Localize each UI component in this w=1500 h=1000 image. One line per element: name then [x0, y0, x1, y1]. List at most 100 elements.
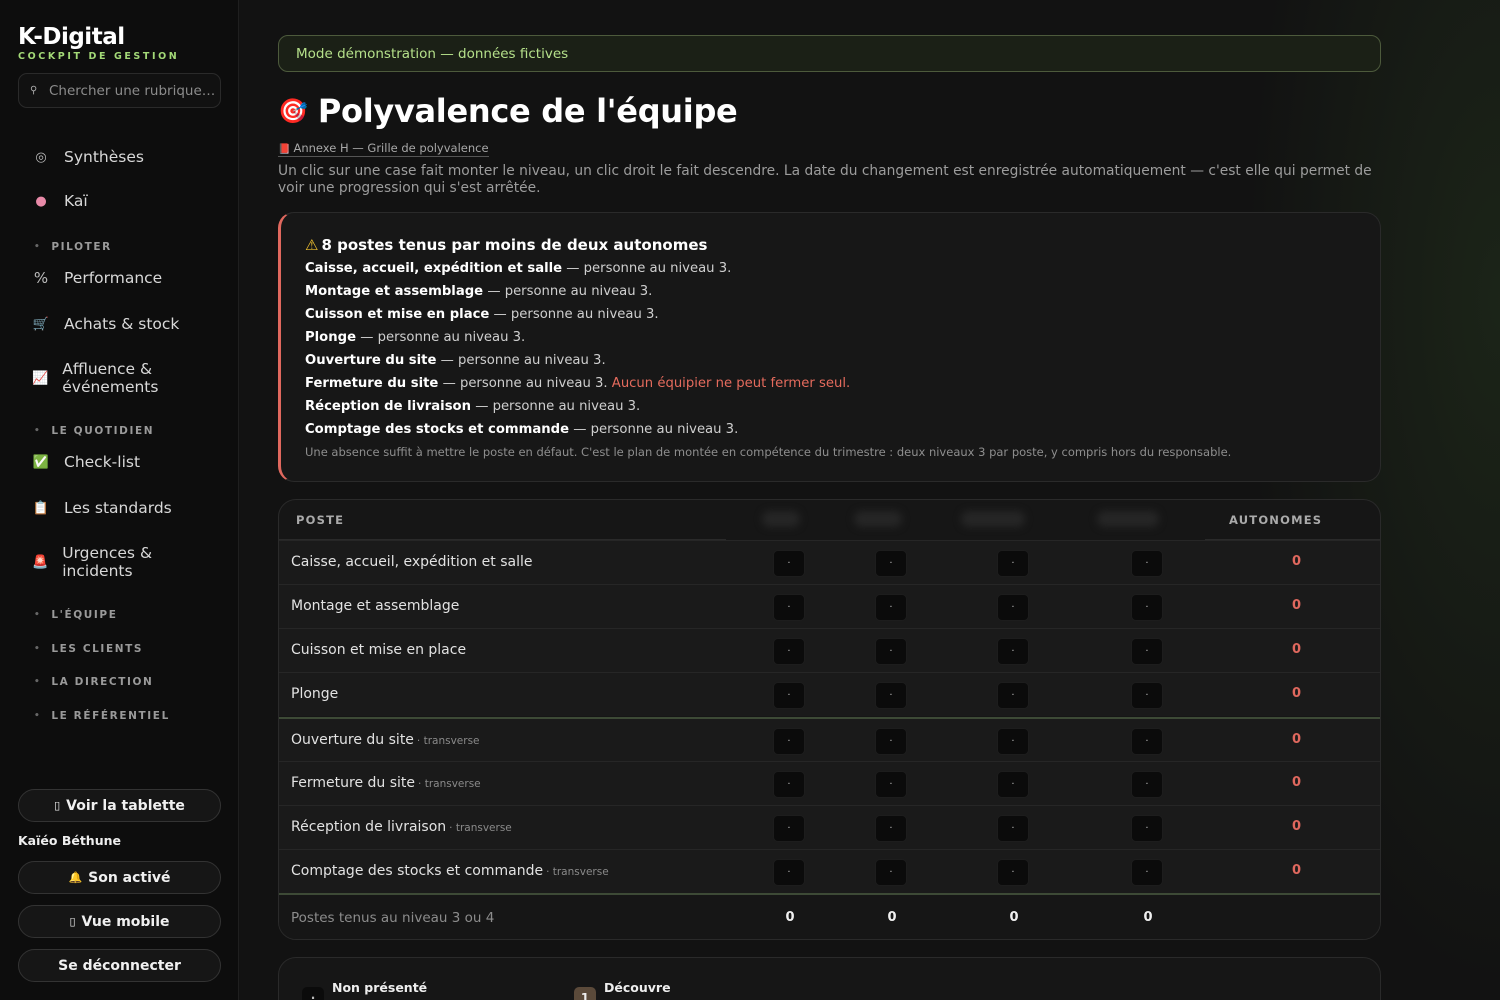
skill-level-cell[interactable]: · — [997, 815, 1029, 842]
skill-level-cell[interactable]: · — [997, 859, 1029, 886]
skill-level-cell[interactable]: · — [773, 638, 805, 665]
legend-panel: · Non présenté 1 Découvre — [278, 957, 1381, 1000]
skill-level-cell[interactable]: · — [875, 550, 907, 577]
page-title: Polyvalence de l'équipe — [317, 92, 738, 130]
skill-level-cell[interactable]: · — [1131, 859, 1163, 886]
skill-level-cell[interactable]: · — [875, 638, 907, 665]
section-label: LES CLIENTS — [51, 643, 144, 655]
legend-title: Découvre — [604, 980, 671, 995]
table-row: Ouverture du site · transverse · · · · 0 — [279, 717, 1380, 761]
percent-icon: % — [33, 269, 49, 287]
sidebar-item-achats[interactable]: 🛒 Achats & stock — [18, 315, 221, 333]
col-header-employee-blurred — [961, 511, 1025, 527]
sidebar-item-label: Achats & stock — [64, 315, 180, 333]
alert-post-text: — personne au niveau 3. — [569, 422, 739, 437]
skill-level-cell[interactable]: · — [773, 682, 805, 709]
checkbox-icon: ✅ — [32, 454, 50, 470]
alert-post-text: — personne au niveau 3. — [489, 307, 659, 322]
view-tablet-button[interactable]: ▯ Voir la tablette — [18, 789, 221, 822]
alert-post-name: Cuisson et mise en place — [305, 307, 490, 322]
skill-level-cell[interactable]: · — [773, 859, 805, 886]
skill-level-cell[interactable]: · — [875, 815, 907, 842]
skill-level-cell[interactable]: · — [1131, 728, 1163, 755]
autonomes-count: 0 — [1292, 775, 1302, 790]
skill-level-cell[interactable]: · — [773, 594, 805, 621]
tablet-icon: ▯ — [54, 799, 61, 812]
skill-level-cell[interactable]: · — [875, 682, 907, 709]
skill-level-cell[interactable]: · — [1131, 771, 1163, 798]
search-input[interactable]: ⚲ Chercher une rubrique… — [18, 73, 221, 108]
skill-level-cell[interactable]: · — [875, 771, 907, 798]
skill-level-cell[interactable]: · — [997, 594, 1029, 621]
skill-level-cell[interactable]: · — [773, 728, 805, 755]
sidebar-item-kai[interactable]: ● Kaï — [18, 192, 221, 210]
row-tag: · transverse — [416, 735, 480, 747]
skill-level-cell[interactable]: · — [773, 815, 805, 842]
user-name: Kaïéo Béthune — [18, 833, 121, 848]
section-clients[interactable]: • LES CLIENTS — [34, 643, 143, 655]
row-label-text: Plonge — [291, 686, 339, 702]
skill-level-cell[interactable]: · — [997, 550, 1029, 577]
alert-line: Fermeture du site — personne au niveau 3… — [305, 375, 1380, 398]
autonomes-count: 0 — [1292, 863, 1302, 878]
skill-level-cell[interactable]: · — [1131, 815, 1163, 842]
mobile-view-button[interactable]: ▯ Vue mobile — [18, 905, 221, 938]
skill-level-cell[interactable]: · — [997, 771, 1029, 798]
alert-post-name: Fermeture du site — [305, 376, 439, 391]
skill-level-cell[interactable]: · — [875, 594, 907, 621]
skill-level-cell[interactable]: · — [1131, 594, 1163, 621]
annex-link[interactable]: 📕 Annexe H — Grille de polyvalence — [278, 141, 489, 157]
alert-warning-text: Aucun équipier ne peut fermer seul. — [611, 376, 851, 391]
table-row: Fermeture du site · transverse · · · · 0 — [279, 761, 1380, 805]
skill-level-cell[interactable]: · — [997, 638, 1029, 665]
row-label: Comptage des stocks et commande · transve… — [291, 863, 609, 879]
skill-level-cell[interactable]: · — [1131, 682, 1163, 709]
bell-icon: 🔔 — [68, 871, 83, 884]
alert-post-text: — personne au niveau 3. — [436, 353, 606, 368]
skill-level-cell[interactable]: · — [1131, 638, 1163, 665]
skill-level-cell[interactable]: · — [875, 859, 907, 886]
legend-title: Non présenté — [332, 980, 428, 995]
skill-level-cell[interactable]: · — [773, 771, 805, 798]
alert-title: ⚠ 8 postes tenus par moins de deux autono… — [305, 236, 1380, 254]
sidebar-item-label: Kaï — [64, 192, 88, 210]
logout-button[interactable]: Se déconnecter — [18, 949, 221, 982]
search-icon: ⚲ — [30, 85, 38, 96]
sidebar: K-Digital COCKPIT DE GESTION ⚲ Chercher … — [0, 0, 239, 1000]
section-label: L'ÉQUIPE — [51, 609, 118, 621]
section-piloter[interactable]: • PILOTER — [34, 241, 112, 253]
alert-panel: ⚠ 8 postes tenus par moins de deux autono… — [278, 212, 1381, 482]
alert-post-name: Comptage des stocks et commande — [305, 422, 570, 437]
chart-icon: 📈 — [32, 370, 49, 386]
col-header-employee-blurred — [854, 511, 902, 527]
section-quotidien[interactable]: • LE QUOTIDIEN — [34, 425, 154, 437]
section-label: PILOTER — [51, 241, 112, 253]
section-referentiel[interactable]: • LE RÉFÉRENTIEL — [34, 710, 170, 722]
row-label: Ouverture du site · transverse — [291, 732, 480, 748]
section-equipe[interactable]: • L'ÉQUIPE — [34, 609, 117, 621]
skill-level-cell[interactable]: · — [1131, 550, 1163, 577]
sidebar-item-syntheses[interactable]: ◎ Synthèses — [18, 148, 221, 166]
table-row: Réception de livraison · transverse · · · · 0 — [279, 805, 1380, 849]
skill-level-cell[interactable]: · — [997, 728, 1029, 755]
section-direction[interactable]: • LA DIRECTION — [34, 676, 153, 688]
skill-level-cell[interactable]: · — [875, 728, 907, 755]
alert-post-name: Réception de livraison — [305, 399, 471, 414]
sidebar-item-performance[interactable]: % Performance — [18, 269, 221, 287]
row-label-text: Ouverture du site — [291, 732, 414, 748]
sidebar-item-standards[interactable]: 📋 Les standards — [18, 499, 221, 517]
sound-toggle-button[interactable]: 🔔 Son activé — [18, 861, 221, 894]
sidebar-item-checklist[interactable]: ✅ Check-list — [18, 453, 221, 471]
alert-line: Ouverture du site — personne au niveau 3… — [305, 352, 1380, 375]
brand-logo[interactable]: K-Digital COCKPIT DE GESTION — [18, 24, 179, 62]
sidebar-item-affluence[interactable]: 📈 Affluence & événements — [18, 360, 168, 396]
row-label-text: Montage et assemblage — [291, 598, 460, 614]
autonomes-count: 0 — [1292, 554, 1302, 569]
sidebar-item-urgences[interactable]: 🚨 Urgences & incidents — [18, 544, 168, 580]
skill-level-cell[interactable]: · — [773, 550, 805, 577]
alert-line: Plonge — personne au niveau 3. — [305, 329, 1380, 352]
row-label: Fermeture du site · transverse — [291, 775, 481, 791]
alert-post-name: Ouverture du site — [305, 353, 437, 368]
row-tag: · transverse — [546, 866, 609, 878]
skill-level-cell[interactable]: · — [997, 682, 1029, 709]
